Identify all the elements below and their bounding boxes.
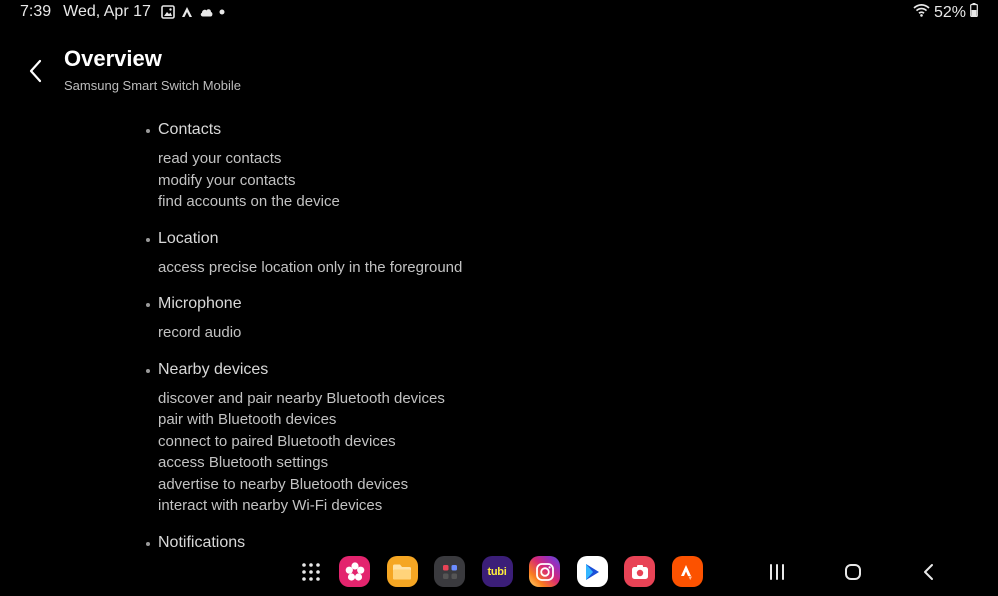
taskbar: tubi xyxy=(0,548,998,596)
permission-section-contacts: Contacts read your contacts modify your … xyxy=(146,118,846,213)
wifi-icon xyxy=(913,3,930,22)
recents-icon xyxy=(770,564,784,580)
strava-app-icon[interactable] xyxy=(671,556,703,587)
more-notifications-dot-icon xyxy=(219,9,225,15)
bullet-icon xyxy=(146,237,150,242)
permission-item: advertise to nearby Bluetooth devices xyxy=(158,475,409,493)
strava-notification-icon xyxy=(180,5,194,19)
app-tray: tubi xyxy=(300,556,719,587)
gallery-notification-icon xyxy=(161,5,175,19)
bullet-icon xyxy=(146,368,150,373)
permission-section-location: Location access precise location only in… xyxy=(146,227,846,279)
status-date: Wed, Apr 17 xyxy=(63,3,151,20)
recent-apps-button[interactable] xyxy=(766,562,788,582)
my-files-app-icon[interactable] xyxy=(386,556,418,587)
home-button[interactable] xyxy=(842,562,864,582)
back-button[interactable] xyxy=(24,58,48,84)
screen-recorder-app-icon[interactable] xyxy=(624,556,655,587)
section-title: Nearby devices xyxy=(146,358,846,382)
home-icon xyxy=(845,564,861,580)
apps-grid-icon xyxy=(302,562,320,581)
permission-item: access precise location only in the fore… xyxy=(158,258,463,276)
instagram-app-icon[interactable] xyxy=(529,556,560,587)
back-arrow-icon xyxy=(29,59,42,83)
permission-item: interact with nearby Wi-Fi devices xyxy=(158,497,383,514)
nav-back-button[interactable] xyxy=(918,562,940,582)
page-subtitle: Samsung Smart Switch Mobile xyxy=(64,78,242,93)
bullet-icon xyxy=(146,541,150,546)
tubi-logo-text: tubi xyxy=(487,565,507,578)
permission-item: find accounts on the device xyxy=(158,193,340,210)
app-folder-icon[interactable] xyxy=(434,556,465,587)
status-bar: 7:39 Wed, Apr 17 52% xyxy=(0,0,998,24)
cloud-notification-icon xyxy=(199,6,214,18)
permission-item: discover and pair nearby Bluetooth devic… xyxy=(158,389,445,407)
permission-item: pair with Bluetooth devices xyxy=(158,411,337,428)
samsung-tv-plus-app-icon[interactable] xyxy=(576,556,608,587)
permission-item: connect to paired Bluetooth devices xyxy=(158,432,396,450)
permission-item: record audio xyxy=(158,324,242,341)
apps-drawer-button[interactable] xyxy=(300,561,322,583)
permission-item: modify your contacts xyxy=(158,171,296,189)
battery-percent: 52% xyxy=(933,3,966,21)
tubi-app-icon[interactable]: tubi xyxy=(481,556,513,587)
battery-icon xyxy=(970,3,978,22)
permissions-list[interactable]: Contacts read your contacts modify your … xyxy=(146,118,846,569)
section-title: Microphone xyxy=(146,292,846,316)
nav-back-icon xyxy=(924,564,933,580)
section-title: Contacts xyxy=(146,118,846,142)
status-time: 7:39 xyxy=(20,3,52,20)
permission-section-microphone: Microphone record audio xyxy=(146,292,846,344)
permission-section-nearby-devices: Nearby devices discover and pair nearby … xyxy=(146,358,846,517)
permission-item: read your contacts xyxy=(158,150,282,167)
permission-item: access Bluetooth settings xyxy=(158,454,329,471)
blossom-app-icon[interactable] xyxy=(339,556,370,587)
app-header: Overview Samsung Smart Switch Mobile xyxy=(0,40,998,100)
bullet-icon xyxy=(146,303,150,307)
bullet-icon xyxy=(146,129,150,133)
section-title: Location xyxy=(146,227,846,251)
page-title: Overview xyxy=(64,46,162,71)
